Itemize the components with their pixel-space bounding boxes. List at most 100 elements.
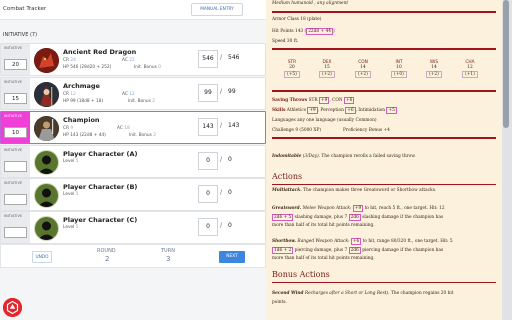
ability-mod-chip[interactable]: (+2)	[355, 71, 371, 78]
current-hp-input[interactable]: 0	[198, 218, 218, 236]
damage-roll-chip[interactable]: 2d6 + 5	[272, 214, 294, 221]
hp-separator: /	[220, 54, 223, 61]
next-turn-button[interactable]: NEXT	[219, 251, 245, 263]
hp-formula: HP 546 (28d20 + 252)	[63, 65, 112, 70]
action-title: Shortbow.	[272, 239, 296, 244]
initiative-input[interactable]: 10	[4, 127, 27, 138]
manual-entry-button[interactable]: MANUAL ENTRY	[191, 3, 243, 16]
tracker-header: Combat Tracker MANUAL ENTRY	[0, 0, 266, 20]
current-hp-input[interactable]: 546	[198, 50, 218, 68]
level-value: 5	[75, 192, 79, 197]
round-value: 2	[105, 255, 110, 263]
current-hp-input[interactable]: 99	[198, 84, 218, 102]
current-hp-input[interactable]: 143	[198, 118, 218, 136]
app-logo-icon[interactable]	[3, 298, 22, 317]
attack-bonus-chip[interactable]: +6	[350, 238, 362, 245]
stat-block-panel: Medium humanoid , any alignment Armor Cl…	[266, 0, 502, 320]
divider	[272, 137, 496, 139]
action-text: The champion regains 20 hit	[390, 291, 454, 296]
ac-label: AC	[122, 92, 128, 97]
ability-wis: WIS 14 (+2)	[423, 60, 445, 78]
hit-points: 0 / 0	[198, 184, 243, 204]
ability-mod-chip[interactable]: (+1)	[462, 71, 478, 78]
trait-uses: (3/Day).	[302, 154, 321, 159]
archmage-portrait-icon	[34, 82, 59, 107]
ability-con: CON 14 (+2)	[352, 60, 374, 78]
ability-mod-chip[interactable]: (+2)	[319, 71, 335, 78]
skills-label: Skills	[272, 108, 286, 113]
undo-button[interactable]: UNDO	[32, 251, 52, 263]
combatant-name: Ancient Red Dragon	[63, 48, 137, 56]
hit-points-line: Hit Points 143 (22d8 + 44)	[272, 28, 335, 35]
ability-mod-chip[interactable]: (+2)	[426, 71, 442, 78]
combat-tracker-panel: Combat Tracker MANUAL ENTRY INITIATIVE (…	[0, 0, 272, 320]
speed: Speed 30 ft.	[272, 39, 299, 44]
ability-score: 15	[324, 65, 330, 70]
initiative-input[interactable]: 20	[4, 59, 27, 70]
cr-label: CR	[63, 92, 69, 97]
init-bonus-value: 2	[153, 133, 156, 138]
damage-roll-chip[interactable]: 2d6	[348, 214, 361, 221]
initiative-label: INITIATIVE	[4, 114, 23, 118]
divider	[272, 11, 496, 13]
hit-points: 0 / 0	[198, 217, 243, 237]
turn-value: 3	[166, 255, 171, 263]
attack-bonus-chip[interactable]: +9	[352, 205, 364, 212]
indomitable-trait: Indomitable (3/Day). The champion reroll…	[272, 154, 416, 159]
initiative-input[interactable]: 15	[4, 93, 27, 104]
skills: Skills Athletics +9, Perception +6, Inti…	[272, 107, 397, 114]
initiative-label: INITIATIVE	[4, 46, 23, 50]
hp-separator: /	[220, 189, 223, 196]
combatant-card-champion[interactable]: INITIATIVE 10 Champion CR 9 AC 18 HP 143…	[0, 111, 266, 144]
saving-con-chip[interactable]: +6	[344, 97, 355, 104]
initiative-input[interactable]	[4, 194, 27, 205]
level-value: 5	[75, 225, 79, 230]
trait-text: The champion rerolls a failed saving thr…	[321, 154, 416, 159]
combatant-card-player-b[interactable]: INITIATIVE Player Character (B) Level 5 …	[0, 178, 266, 211]
shortbow-damage: 1d6 + 2 piercing damage, plus 7 2d6 pier…	[272, 247, 443, 254]
ac-value: 18	[124, 126, 130, 131]
scrollbar-thumb[interactable]	[503, 0, 509, 128]
initiative-input[interactable]	[4, 161, 27, 172]
challenge: Challenge 9 (5000 XP)	[272, 128, 322, 133]
second-wind-continued: points.	[272, 300, 287, 305]
hp-separator: /	[220, 222, 223, 229]
multiattack-action: Multiattack. The champion makes three Gr…	[272, 188, 436, 193]
damage-roll-chip[interactable]: 2d6	[348, 247, 361, 254]
current-hp-input[interactable]: 0	[198, 185, 218, 203]
combatant-card-archmage[interactable]: INITIATIVE 15 Archmage CR 12 AC 12 HP 99…	[0, 77, 266, 110]
ability-dex: DEX 15 (+2)	[316, 60, 338, 78]
initiative-tag: INITIATIVE	[1, 179, 30, 210]
skill-chip[interactable]: +5	[386, 107, 397, 114]
skill-name: Intimidation	[358, 108, 386, 113]
current-hp-input[interactable]: 0	[198, 152, 218, 170]
skill-name: Athletics	[286, 108, 306, 113]
action-text: slashing damage if the champion has	[362, 215, 444, 220]
initiative-tag: INITIATIVE	[1, 212, 30, 243]
initiative-label: INITIATIVE	[4, 181, 23, 185]
initiative-tag: INITIATIVE	[1, 146, 30, 177]
combatant-card-player-c[interactable]: INITIATIVE Player Character (C) Level 5 …	[0, 211, 266, 244]
ability-mod-chip[interactable]: (+0)	[391, 71, 407, 78]
shortbow-condition: more than half of its total hit points r…	[272, 256, 375, 261]
ability-score: 20	[289, 65, 295, 70]
saving-str-chip[interactable]: +9	[319, 97, 330, 104]
max-hp: 546	[228, 54, 240, 61]
hit-points-roll-chip[interactable]: 22d8 + 44	[306, 28, 333, 35]
damage-roll-chip[interactable]: 1d6 + 2	[272, 247, 294, 254]
ability-str: STR 20 (+5)	[281, 60, 303, 78]
initiative-input[interactable]	[4, 227, 27, 238]
combatant-card-ancient-red-dragon[interactable]: INITIATIVE 20 Ancient Red Dragon CR 24 A…	[0, 43, 266, 76]
actions-heading: Actions	[272, 172, 303, 181]
ability-mod-chip[interactable]: (+5)	[284, 71, 300, 78]
combatant-card-player-a[interactable]: INITIATIVE Player Character (A) Level 5 …	[0, 145, 266, 178]
skill-chip[interactable]: +9	[307, 107, 318, 114]
initiative-tag: INITIATIVE 20	[1, 44, 30, 75]
player-silhouette-icon	[34, 183, 59, 208]
recharge-text: Recharges after a Short or Long Rest).	[304, 291, 390, 296]
combatant-name: Player Character (A)	[63, 150, 138, 158]
cr-value: 24	[70, 58, 76, 63]
languages: Languages any one language (usually Comm…	[272, 118, 377, 123]
skill-chip[interactable]: +6	[345, 107, 356, 114]
hit-points: 143 / 143	[198, 117, 243, 137]
